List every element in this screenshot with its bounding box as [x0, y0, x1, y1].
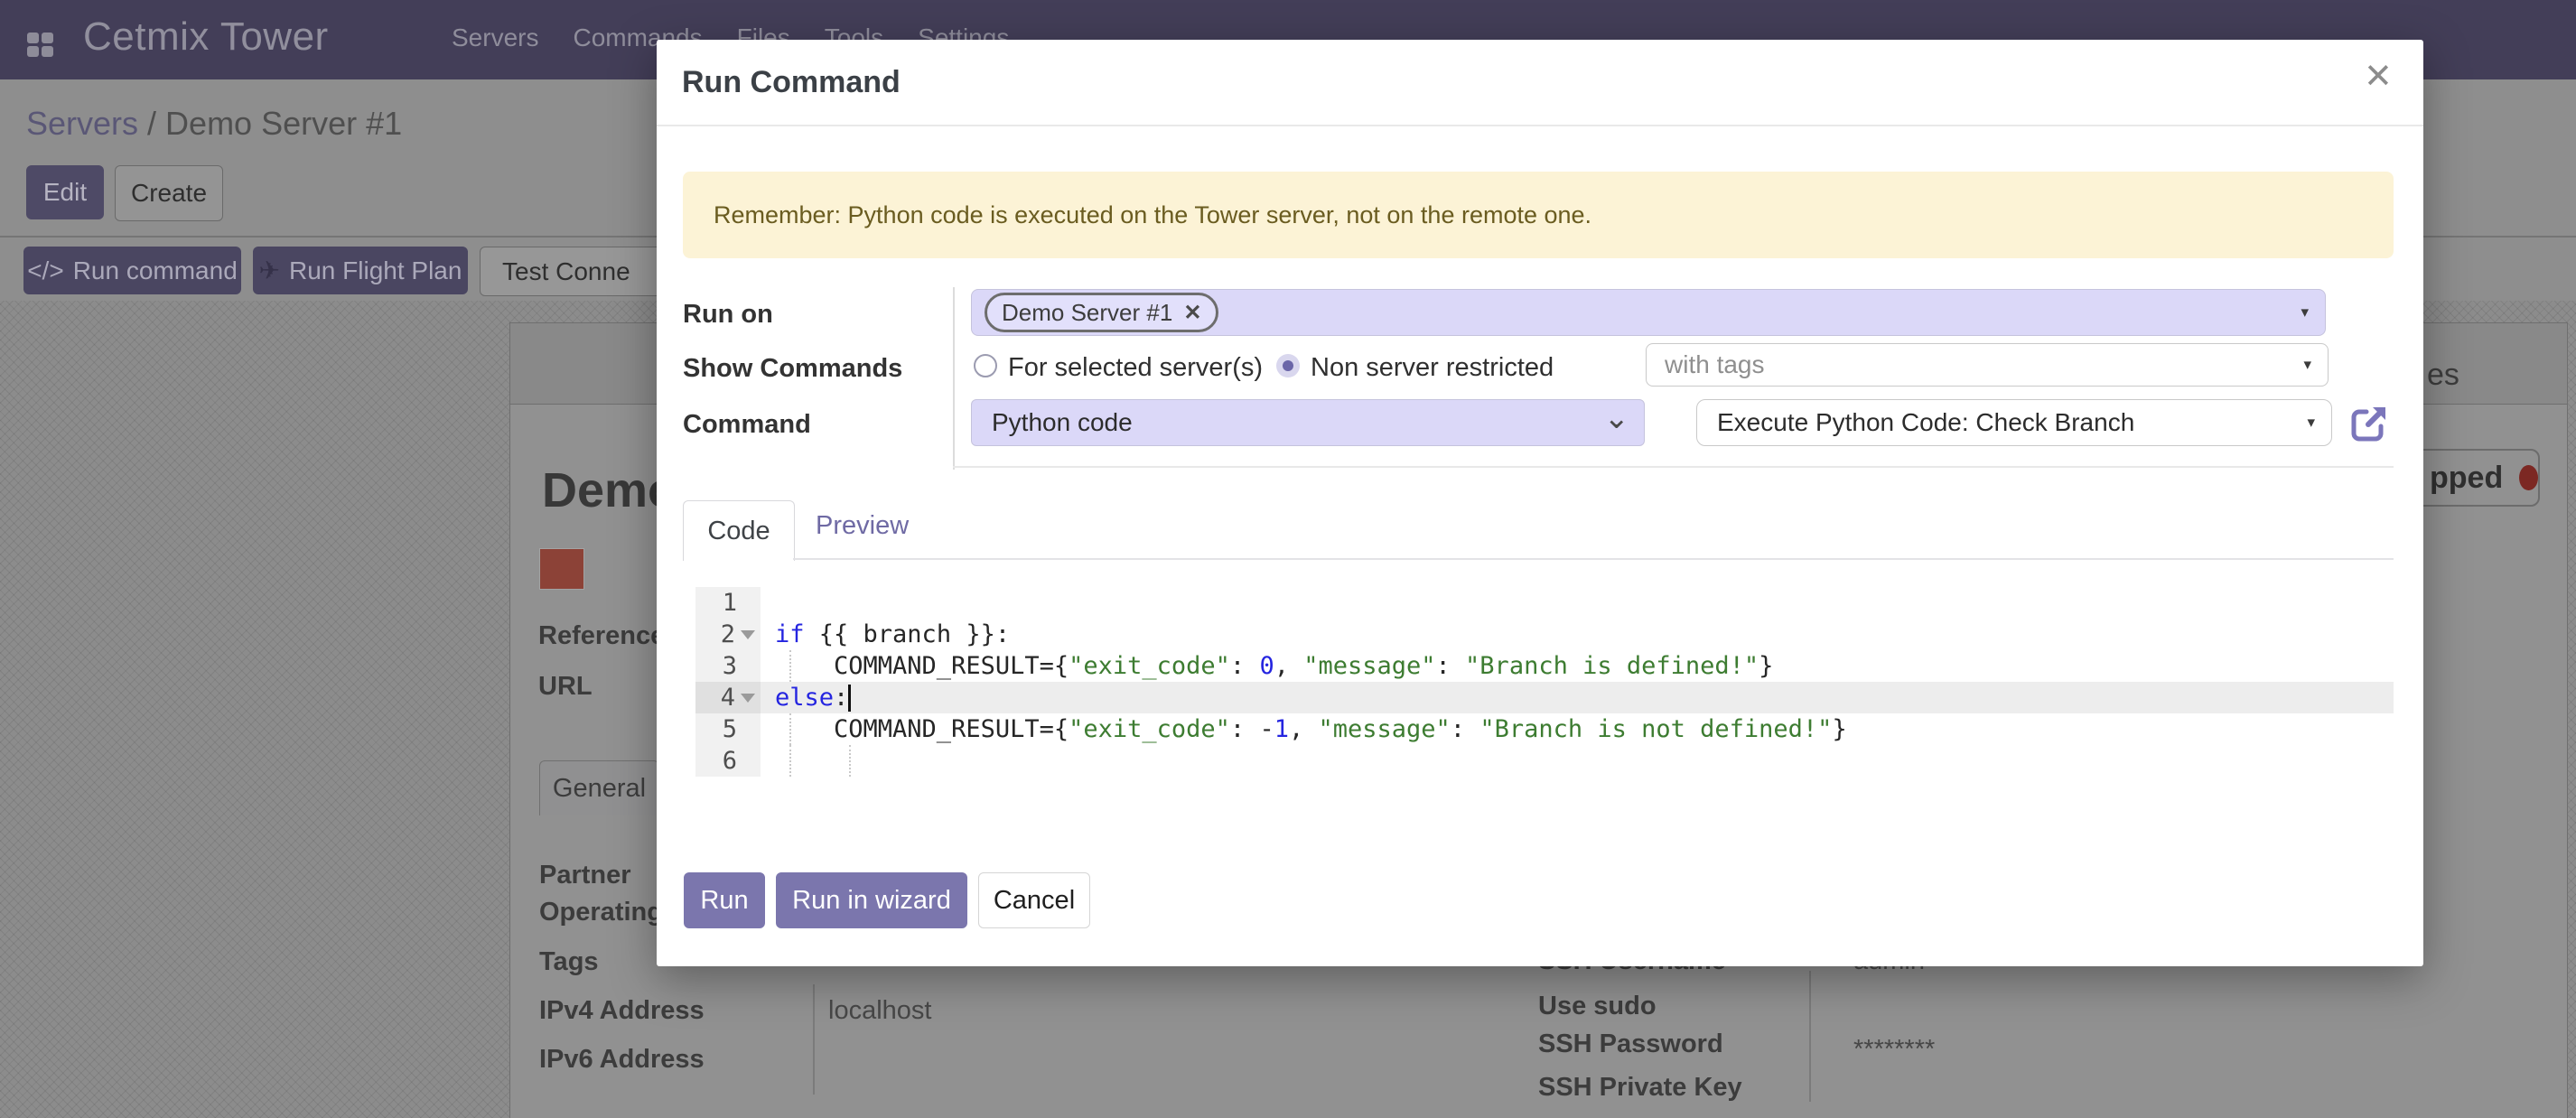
code-brackets-icon: </> — [27, 256, 63, 285]
info-label: Use sudo — [1538, 992, 1657, 1021]
chevron-down-icon[interactable]: ▾ — [2301, 303, 2309, 321]
info-label: Tags — [539, 947, 599, 977]
ipv4-value: localhost — [828, 996, 931, 1026]
server-tag[interactable]: Demo Server #1 ✕ — [985, 293, 1218, 332]
indent-guide — [789, 713, 791, 745]
tab-code[interactable]: Code — [683, 500, 795, 561]
info-label: Partner — [539, 861, 631, 890]
line-number[interactable]: 5 — [695, 713, 761, 745]
line-number[interactable]: 6 — [695, 745, 761, 777]
form-row-separator — [953, 466, 2394, 468]
url-label: URL — [538, 672, 593, 702]
apps-grid-icon[interactable] — [27, 33, 54, 58]
command-type-select[interactable]: Python code ⌄ — [971, 399, 1645, 446]
external-link-icon[interactable] — [2348, 403, 2390, 449]
info-label: Operating — [539, 898, 663, 927]
fold-arrow-icon[interactable] — [741, 630, 755, 639]
info-label: IPv4 Address — [539, 996, 705, 1026]
code-line[interactable]: 2if {{ branch }}: — [695, 619, 2394, 650]
tag-remove-icon[interactable]: ✕ — [1183, 300, 1201, 326]
with-tags-select[interactable]: with tags ▾ — [1646, 343, 2329, 387]
close-icon[interactable]: ✕ — [2364, 60, 2393, 94]
info-left-divider — [813, 984, 815, 1095]
run-in-wizard-button[interactable]: Run in wizard — [776, 872, 967, 928]
chevron-down-icon[interactable]: ▾ — [2303, 356, 2311, 374]
indent-guide — [789, 745, 791, 777]
screen: Cetmix Tower ServersCommandsFilesToolsSe… — [0, 0, 2576, 1118]
create-button[interactable]: Create — [115, 165, 223, 221]
radio-non-server-restricted-label[interactable]: Non server restricted — [1311, 353, 1554, 383]
radio-for-selected-servers[interactable] — [974, 354, 997, 377]
code-line[interactable]: 1 — [695, 587, 2394, 619]
code-line[interactable]: 3 COMMAND_RESULT={"exit_code": 0, "messa… — [695, 650, 2394, 682]
run-command-modal: Run Command ✕ Remember: Python code is e… — [657, 40, 2423, 966]
line-number[interactable]: 2 — [695, 619, 761, 650]
fold-arrow-icon[interactable] — [741, 694, 755, 703]
chevron-down-icon[interactable]: ▾ — [2307, 414, 2315, 432]
form-column-separator — [953, 287, 955, 470]
server-color-swatch[interactable] — [539, 548, 584, 590]
modal-header-divider — [657, 125, 2423, 126]
code-line[interactable]: 4else: — [695, 682, 2394, 713]
line-number[interactable]: 1 — [695, 587, 761, 619]
command-label: Command — [683, 410, 811, 440]
run-command-button[interactable]: </> Run command — [23, 247, 241, 294]
nav-item-servers[interactable]: Servers — [452, 23, 538, 52]
radio-non-server-restricted[interactable] — [1276, 354, 1300, 377]
info-label: IPv6 Address — [539, 1045, 705, 1075]
command-select[interactable]: Execute Python Code: Check Branch ▾ — [1696, 399, 2332, 446]
indent-guide — [789, 650, 791, 682]
with-tags-placeholder: with tags — [1665, 350, 1765, 379]
tab-general[interactable]: General — [539, 760, 659, 815]
breadcrumb-separator: / — [138, 105, 165, 142]
indent-guide — [849, 745, 851, 777]
cancel-button[interactable]: Cancel — [978, 872, 1090, 928]
info-label: SSH Private Key — [1538, 1073, 1742, 1103]
card-header-clipped-text: es — [2427, 358, 2459, 393]
radio-for-selected-servers-label[interactable]: For selected server(s) — [1008, 353, 1263, 383]
run-button[interactable]: Run — [684, 872, 765, 928]
tab-bar-divider — [793, 558, 2394, 560]
run-on-select[interactable]: Demo Server #1 ✕ ▾ — [971, 289, 2326, 336]
breadcrumb-servers-link[interactable]: Servers — [26, 105, 138, 142]
modal-title: Run Command — [682, 65, 901, 100]
info-right-divider — [1809, 971, 1811, 1102]
code-editor[interactable]: 12if {{ branch }}:3 COMMAND_RESULT={"exi… — [695, 587, 2394, 777]
brand-title: Cetmix Tower — [83, 14, 329, 60]
tab-preview[interactable]: Preview — [816, 511, 909, 541]
breadcrumb: Servers / Demo Server #1 — [26, 105, 402, 143]
info-label: SSH Password — [1538, 1029, 1723, 1059]
line-number[interactable]: 3 — [695, 650, 761, 682]
run-flight-plan-button[interactable]: ✈ Run Flight Plan — [253, 247, 468, 294]
warning-text: Remember: Python code is executed on the… — [714, 201, 1591, 229]
ssh-password-value: ******** — [1853, 1035, 1935, 1065]
text-cursor — [848, 685, 851, 712]
warning-alert: Remember: Python code is executed on the… — [683, 172, 2394, 258]
breadcrumb-current: Demo Server #1 — [165, 105, 402, 142]
show-commands-label: Show Commands — [683, 354, 902, 384]
plane-icon: ✈ — [259, 256, 280, 285]
reference-label: Reference — [538, 621, 665, 651]
edit-button[interactable]: Edit — [26, 165, 104, 219]
line-number[interactable]: 4 — [695, 682, 761, 713]
status-dot-icon — [2519, 465, 2538, 490]
code-line[interactable]: 6 — [695, 745, 2394, 777]
run-on-label: Run on — [683, 300, 773, 330]
code-line[interactable]: 5 COMMAND_RESULT={"exit_code": -1, "mess… — [695, 713, 2394, 745]
